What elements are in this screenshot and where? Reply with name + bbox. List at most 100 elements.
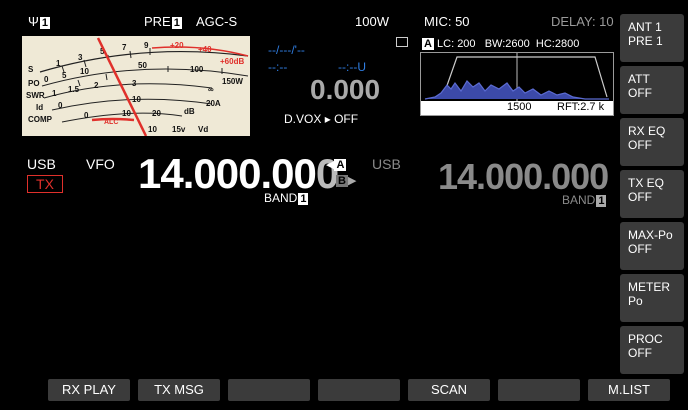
lc-value: LC: 200 — [437, 38, 476, 50]
button-line2: OFF — [628, 242, 652, 256]
button-line1: ATT — [628, 72, 650, 86]
tx-msg-button[interactable]: TX MSG — [138, 379, 220, 401]
preamp-indicator: PRE 1 — [144, 14, 182, 29]
dvox-label: D.VOX — [284, 112, 322, 126]
scope-center-label: 1500 — [507, 101, 532, 113]
vfo-a-band-number: 1 — [298, 193, 309, 205]
comp-tick: 10 — [122, 109, 131, 118]
button-line2: PRE 1 — [628, 34, 663, 48]
agc-indicator: AGC-S — [196, 14, 238, 29]
po-tick: 100 — [190, 65, 204, 74]
antenna-icon: Ψ — [28, 14, 39, 29]
s-tick: 1 — [56, 59, 61, 68]
meter-label-po: PO — [28, 79, 40, 88]
vd-tick: 15v — [172, 125, 186, 134]
s-tick-red: +40 — [198, 45, 212, 54]
swr-tick: 2 — [94, 81, 99, 90]
button-line2: OFF — [628, 190, 652, 204]
vd-tick: 10 — [148, 125, 157, 134]
power-indicator: 100W — [355, 14, 389, 29]
softkey-6-button[interactable] — [498, 379, 580, 401]
vfo-b-marker: B ▶ — [326, 174, 356, 187]
softkey-4-button[interactable] — [318, 379, 400, 401]
vfo-a-frequency-main: 14.000.00 — [138, 150, 317, 197]
antenna-indicator: Ψ1 — [28, 14, 50, 29]
button-line2: OFF — [628, 86, 652, 100]
alc-label: ALC — [104, 119, 118, 126]
button-line1: PROC — [628, 332, 663, 346]
memory-list-button[interactable]: M.LIST — [588, 379, 670, 401]
meter-label-comp: COMP — [28, 115, 53, 124]
arrow-right-icon: ▸ — [324, 112, 331, 126]
id-tick: 20A — [206, 99, 221, 108]
po-tick: 10 — [80, 67, 89, 76]
po-tick: 5 — [62, 71, 67, 80]
proc-button[interactable]: PROC OFF — [620, 326, 684, 374]
button-line1: MAX-Po — [628, 228, 673, 242]
mic-value: 50 — [455, 14, 470, 29]
po-tick: 150W — [222, 77, 243, 86]
button-line1: RX EQ — [628, 124, 666, 138]
vfo-b-frequency[interactable]: 14.000.000 — [438, 156, 609, 198]
s-tick-red: +60dB — [220, 57, 244, 66]
tx-eq-button[interactable]: TX EQ OFF — [620, 170, 684, 218]
max-po-button[interactable]: MAX-Po OFF — [620, 222, 684, 270]
rit-xit-offset: 0.000 — [310, 74, 381, 105]
vfo-a-source: VFO — [86, 156, 115, 172]
filter-scope: 1500 RFT:2.7 k — [420, 52, 614, 116]
id-tick: 0 — [58, 101, 63, 110]
vfo-a-mode: USB — [27, 156, 56, 172]
swr-tick: ∞ — [208, 85, 214, 94]
button-line1: TX EQ — [628, 176, 665, 190]
meter-label-s: S — [28, 65, 34, 74]
vd-tick: Vd — [198, 125, 208, 134]
meter-button[interactable]: METER Po — [620, 274, 684, 322]
filter-info: A LC: 200 BW:2600 HC:2800 — [422, 38, 579, 50]
po-tick: 50 — [138, 61, 147, 70]
vfo-b-band-number: 1 — [596, 195, 607, 207]
vfo-b-badge: B — [336, 175, 348, 187]
preamp-label: PRE — [144, 14, 171, 29]
analog-meter: S PO SWR Id COMP 1 3 5 7 9 +20 +40 +60dB… — [22, 36, 250, 136]
button-line2: Po — [628, 294, 643, 308]
meter-label-id: Id — [36, 103, 43, 112]
swr-tick: 1.5 — [68, 85, 80, 94]
vfo-b-band-label: BAND — [562, 193, 596, 207]
tx-indicator: TX — [27, 175, 63, 193]
att-button[interactable]: ATT OFF — [620, 66, 684, 114]
vfo-ab-selector[interactable]: ◀ A B ▶ — [326, 158, 356, 187]
vfo-a-marker: ◀ A — [326, 158, 356, 171]
softkey-3-button[interactable] — [228, 379, 310, 401]
filter-badge: A — [422, 38, 434, 50]
scan-button[interactable]: SCAN — [408, 379, 490, 401]
button-line2: OFF — [628, 346, 652, 360]
dvox-state: OFF — [334, 112, 359, 126]
ant-pre-button[interactable]: ANT 1 PRE 1 — [620, 14, 684, 62]
rx-eq-button[interactable]: RX EQ OFF — [620, 118, 684, 166]
bw-value: BW:2600 — [484, 38, 530, 50]
meter-scale: S PO SWR Id COMP 1 3 5 7 9 +20 +40 +60dB… — [26, 37, 249, 136]
comp-tick: dB — [184, 107, 195, 116]
vfo-b-mode: USB — [372, 156, 401, 172]
meter-label-swr: SWR — [26, 91, 45, 100]
arrow-right-icon: ▶ — [347, 175, 357, 187]
date-readout: --/---/'-- — [268, 43, 305, 57]
preamp-number: 1 — [171, 17, 182, 29]
mic-indicator: MIC: 50 — [424, 14, 470, 29]
memory-card-icon — [396, 37, 408, 47]
s-tick: 3 — [78, 53, 83, 62]
time-readout: --:-- — [268, 60, 288, 74]
s-tick: 7 — [122, 43, 127, 52]
button-line1: METER — [628, 280, 670, 294]
utc-readout: --:--U — [338, 60, 366, 74]
po-tick: 0 — [44, 75, 49, 84]
button-line2: OFF — [628, 138, 652, 152]
dvox-status: D.VOX ▸ OFF — [284, 112, 358, 126]
s-tick-red: +20 — [170, 41, 184, 50]
mic-label: MIC: — [424, 14, 452, 29]
rx-play-button[interactable]: RX PLAY — [48, 379, 130, 401]
vfo-a-badge: A — [334, 159, 347, 171]
comp-tick: 20 — [152, 109, 161, 118]
s-tick: 9 — [144, 41, 149, 50]
id-tick: 10 — [132, 95, 141, 104]
